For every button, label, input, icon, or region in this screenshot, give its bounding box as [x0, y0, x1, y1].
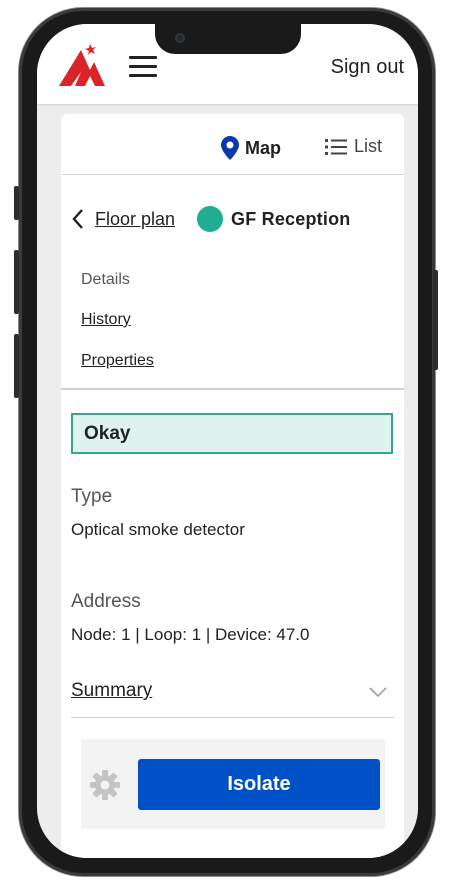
summary-label: Summary	[71, 680, 153, 701]
tab-properties[interactable]: Properties	[81, 352, 154, 370]
floor-plan-link[interactable]: Floor plan	[95, 209, 175, 230]
type-value: Optical smoke detector	[71, 520, 245, 539]
map-view-label: Map	[245, 137, 281, 158]
type-label: Type	[71, 486, 113, 507]
action-bar: Isolate	[81, 739, 385, 829]
summary-accordion[interactable]: Summary	[71, 680, 395, 710]
chevron-left-icon[interactable]	[71, 208, 85, 230]
tabs-divider	[61, 388, 404, 390]
hamburger-menu-icon[interactable]	[129, 56, 157, 78]
device-detail-panel: Map List Floor plan GF Reception Details…	[61, 114, 404, 858]
list-view-label: List	[354, 136, 383, 156]
address-value: Node: 1 | Loop: 1 | Device: 47.0	[71, 625, 310, 644]
gear-icon[interactable]	[89, 769, 121, 801]
chevron-down-icon	[369, 687, 387, 698]
sign-out-link[interactable]: Sign out	[331, 56, 404, 79]
list-view-button[interactable]: List	[325, 136, 382, 157]
phone-power-button	[433, 270, 438, 370]
list-icon	[325, 138, 347, 155]
summary-divider	[71, 717, 395, 718]
tab-details[interactable]: Details	[81, 271, 130, 289]
address-label: Address	[71, 591, 141, 612]
front-camera	[175, 33, 185, 43]
view-toggle-bar: Map List	[61, 114, 404, 175]
red-flame-logo-icon[interactable]	[57, 42, 107, 88]
device-title: GF Reception	[231, 208, 351, 229]
map-view-button[interactable]: Map	[221, 136, 281, 160]
map-pin-icon	[221, 136, 239, 160]
isolate-button[interactable]: Isolate	[138, 759, 380, 810]
status-badge: Okay	[71, 413, 393, 454]
tab-history[interactable]: History	[81, 311, 131, 329]
device-status-dot	[197, 206, 224, 232]
phone-notch	[155, 24, 301, 54]
breadcrumb: Floor plan GF Reception	[71, 204, 401, 234]
phone-screen: Sign out Map List Floor plan GF Receptio…	[37, 24, 418, 858]
phone-volume-up-button	[14, 250, 19, 314]
phone-silent-switch	[14, 186, 19, 220]
phone-volume-down-button	[14, 334, 19, 398]
